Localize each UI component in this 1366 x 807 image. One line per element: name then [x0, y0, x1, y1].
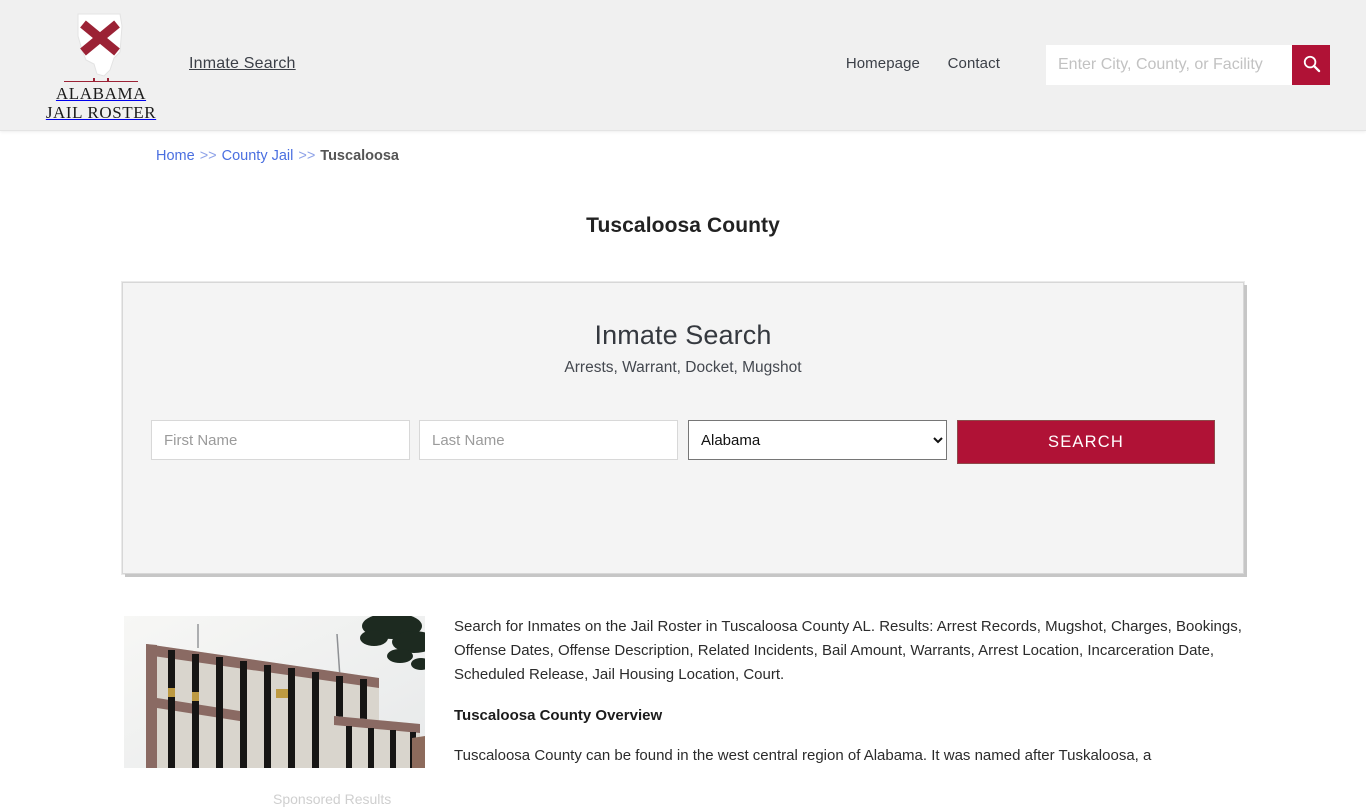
site-header: ALABAMA JAIL ROSTER Inmate Search Homepa… — [0, 0, 1366, 131]
state-select[interactable]: Alabama — [688, 420, 947, 460]
content-overview-heading: Tuscaloosa County Overview — [454, 707, 663, 724]
brand-name-line1: ALABAMA — [55, 84, 147, 103]
content-body: Search for Inmates on the Jail Roster in… — [454, 615, 1244, 768]
breadcrumb-separator: >> — [199, 148, 217, 164]
alabama-flag-state-logo-icon — [45, 12, 157, 80]
first-name-input[interactable] — [151, 420, 410, 460]
breadcrumb-separator: >> — [298, 148, 316, 164]
nav-item-inmate-search[interactable]: Inmate Search — [189, 55, 296, 73]
last-name-input[interactable] — [419, 420, 678, 460]
inmate-search-form: Alabama SEARCH — [151, 420, 1217, 464]
brand-divider — [64, 81, 138, 82]
breadcrumb-link-home[interactable]: Home — [156, 148, 195, 164]
header-search-input[interactable] — [1046, 45, 1292, 85]
header-search-group — [1046, 45, 1330, 85]
panel-subtitle: Arrests, Warrant, Docket, Mugshot — [564, 359, 802, 376]
site-logo[interactable]: ALABAMA JAIL ROSTER — [45, 12, 157, 122]
breadcrumb-current: Tuscaloosa — [320, 148, 399, 164]
page-title: Tuscaloosa County — [586, 214, 780, 238]
inmate-search-panel: Inmate Search Arrests, Warrant, Docket, … — [122, 282, 1244, 807]
sponsored-results-label: Sponsored Results — [273, 791, 392, 807]
brand-name-line2: JAIL ROSTER — [45, 103, 157, 122]
breadcrumb-link-county-jail[interactable]: County Jail — [222, 148, 294, 164]
header-search-button[interactable] — [1292, 45, 1330, 85]
panel-title: Inmate Search — [594, 320, 772, 350]
nav-item-homepage[interactable]: Homepage — [846, 55, 920, 72]
search-icon — [1302, 54, 1321, 76]
content-overview-paragraph: Tuscaloosa County can be found in the we… — [454, 747, 1152, 764]
search-submit-button[interactable]: SEARCH — [957, 420, 1215, 464]
breadcrumb: Home >> County Jail >> Tuscaloosa — [156, 148, 399, 164]
nav-item-contact[interactable]: Contact — [948, 55, 1000, 72]
jail-building-photo — [124, 616, 425, 768]
content-intro-paragraph: Search for Inmates on the Jail Roster in… — [454, 618, 1242, 683]
